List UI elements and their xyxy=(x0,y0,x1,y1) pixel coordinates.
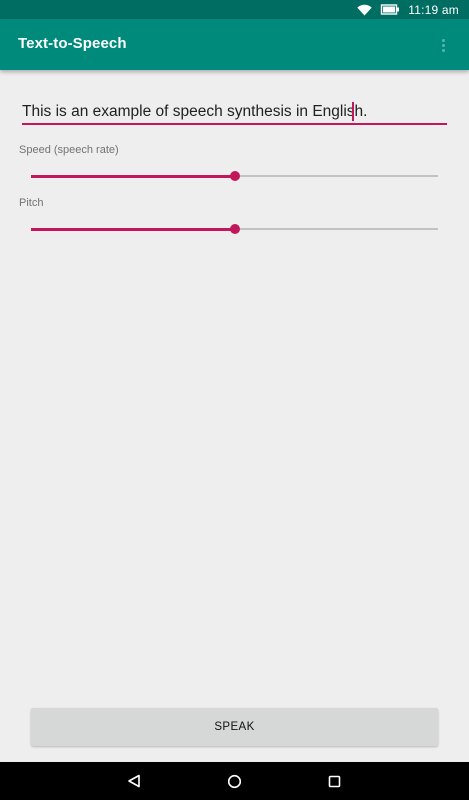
pitch-slider[interactable] xyxy=(31,221,438,237)
text-cursor xyxy=(352,102,354,121)
status-time: 11:19 am xyxy=(408,2,459,17)
speed-label: Speed (speech rate) xyxy=(19,144,119,156)
speech-text-input[interactable] xyxy=(22,101,447,123)
speed-slider-thumb[interactable] xyxy=(229,171,240,181)
battery-icon xyxy=(380,4,400,15)
speed-slider-fill xyxy=(31,174,235,178)
pitch-label: Pitch xyxy=(19,197,44,209)
home-icon[interactable] xyxy=(214,762,254,800)
app-title: Text-to-Speech xyxy=(18,35,127,52)
pitch-slider-thumb[interactable] xyxy=(229,224,240,234)
speed-slider[interactable] xyxy=(31,168,438,184)
app-bar: Text-to-Speech xyxy=(0,19,469,70)
navigation-bar xyxy=(0,762,469,800)
wifi-icon xyxy=(357,4,372,16)
pitch-slider-fill xyxy=(31,227,235,231)
status-bar: 11:19 am xyxy=(0,0,469,19)
recents-icon[interactable] xyxy=(314,762,354,800)
back-icon[interactable] xyxy=(114,762,154,800)
more-vert-icon[interactable] xyxy=(435,33,451,57)
text-input-container xyxy=(22,100,447,125)
speak-button[interactable]: SPEAK xyxy=(31,708,438,746)
